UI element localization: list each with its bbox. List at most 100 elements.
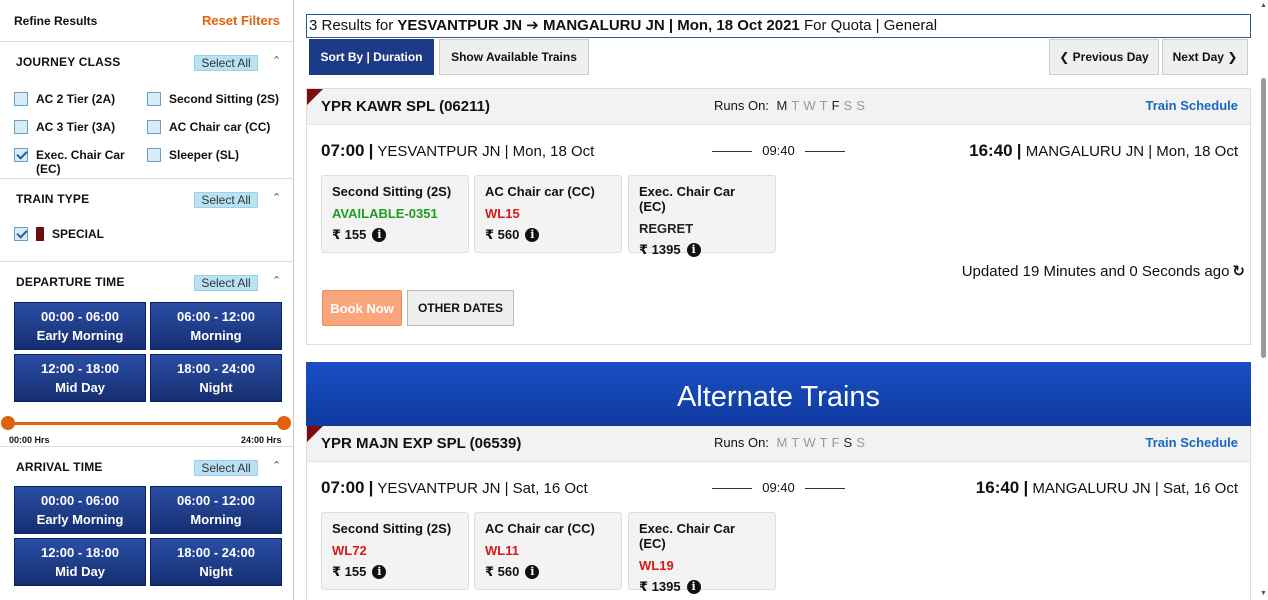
slot-range: 00:00 - 06:00	[40, 309, 120, 324]
arrival-slot-night[interactable]: 18:00 - 24:00 Night	[150, 538, 282, 586]
checkbox[interactable]	[14, 92, 28, 106]
class-availability: WL15	[485, 206, 520, 221]
info-icon[interactable]: i	[686, 243, 701, 257]
sort-by-duration-button[interactable]: Sort By | Duration	[309, 39, 434, 75]
departure-info: YESVANTPUR JN | Mon, 18 Oct	[377, 143, 595, 160]
runs-on: Runs On: MTWTFSS	[714, 435, 865, 450]
class-fare: ₹ 1395 i	[639, 242, 765, 258]
scrollbar-thumb[interactable]	[1261, 78, 1266, 358]
info-icon[interactable]: i	[525, 228, 540, 242]
run-day: S	[843, 98, 853, 113]
class-card-cc[interactable]: AC Chair car (CC) WL15 ₹ 560 i	[474, 175, 622, 253]
reset-filters-link[interactable]: Reset Filters	[202, 13, 280, 28]
class-option-ec[interactable]: Exec. Chair Car (EC)	[14, 148, 134, 176]
info-icon[interactable]: i	[686, 580, 701, 594]
departure-time: 07:00	[321, 141, 365, 160]
chevron-up-icon[interactable]: ⌃	[272, 191, 281, 204]
class-option-sl[interactable]: Sleeper (SL)	[147, 148, 239, 162]
departure: 07:00 | YESVANTPUR JN | Mon, 18 Oct	[321, 141, 595, 160]
train-card-header: YPR KAWR SPL (06211) Runs On: MTWTFSS Tr…	[307, 89, 1250, 125]
departure-slot-night[interactable]: 18:00 - 24:00 Night	[150, 354, 282, 402]
slot-range: 18:00 - 24:00	[176, 361, 256, 376]
departure-slot-early-morning[interactable]: 00:00 - 06:00 Early Morning	[14, 302, 146, 350]
checkbox[interactable]	[14, 120, 28, 134]
checkbox[interactable]	[147, 148, 161, 162]
chevron-up-icon[interactable]: ⌃	[272, 54, 281, 67]
class-card-ec[interactable]: Exec. Chair Car (EC) WL19 ₹ 1395 i	[628, 512, 776, 594]
class-option-3a[interactable]: AC 3 Tier (3A)	[14, 120, 115, 134]
slider-track[interactable]	[8, 422, 284, 425]
results-route: YESVANTPUR JN ➔ MANGALURU JN | Mon, 18 O…	[397, 17, 800, 34]
fare-value: ₹ 155	[332, 227, 367, 242]
class-card-cc[interactable]: AC Chair car (CC) WL11 ₹ 560 i	[474, 512, 622, 590]
slot-name: Night	[199, 564, 233, 579]
arrival-slot-early-morning[interactable]: 00:00 - 06:00 Early Morning	[14, 486, 146, 534]
departure-slot-mid-day[interactable]: 12:00 - 18:00 Mid Day	[14, 354, 146, 402]
journey-class-options: AC 2 Tier (2A) Second Sitting (2S) AC 3 …	[0, 82, 293, 178]
info-icon[interactable]: i	[525, 565, 540, 579]
slider-min-label: 00:00 Hrs	[9, 435, 50, 445]
slot-name: Morning	[190, 512, 242, 527]
class-option-cc[interactable]: AC Chair car (CC)	[147, 120, 270, 134]
next-day-button[interactable]: Next Day ❯	[1162, 39, 1248, 75]
class-card-2s[interactable]: Second Sitting (2S) AVAILABLE-0351 ₹ 155…	[321, 175, 469, 253]
train-type-special[interactable]: SPECIAL	[14, 227, 104, 241]
train-type-select-all[interactable]: Select All	[194, 192, 258, 208]
class-fare: ₹ 560 i	[485, 564, 611, 580]
arrival-time-select-all[interactable]: Select All	[194, 460, 258, 476]
arrival-slot-mid-day[interactable]: 12:00 - 18:00 Mid Day	[14, 538, 146, 586]
chevron-up-icon[interactable]: ⌃	[272, 459, 281, 472]
run-day: S	[856, 435, 865, 450]
book-now-button[interactable]: Book Now	[322, 290, 402, 326]
fare-value: ₹ 560	[485, 227, 520, 242]
chevron-up-icon[interactable]: ⌃	[272, 274, 281, 287]
departure-time-title: DEPARTURE TIME	[16, 275, 125, 289]
slider-handle-start[interactable]	[1, 416, 15, 430]
class-card-ec[interactable]: Exec. Chair Car (EC) REGRET ₹ 1395 i	[628, 175, 776, 257]
checkbox[interactable]	[147, 92, 161, 106]
class-option-2s[interactable]: Second Sitting (2S)	[147, 92, 287, 106]
departure-time-slider[interactable]: 00:00 Hrs 24:00 Hrs	[0, 410, 293, 446]
slot-range: 12:00 - 18:00	[40, 361, 120, 376]
slot-name: Mid Day	[55, 564, 105, 579]
checkbox-checked[interactable]	[14, 227, 28, 241]
other-dates-button[interactable]: OTHER DATES	[407, 290, 514, 326]
class-availability: AVAILABLE-0351	[332, 206, 438, 221]
refresh-icon[interactable]: ↻	[1232, 262, 1245, 280]
slot-name: Night	[199, 380, 233, 395]
scroll-down-arrow-icon[interactable]: ▼	[1259, 590, 1268, 597]
arrival-info: MANGALURU JN | Sat, 16 Oct	[1032, 480, 1238, 497]
journey-class-title: JOURNEY CLASS	[16, 55, 121, 69]
departure-time-select-all[interactable]: Select All	[194, 275, 258, 291]
arrival-time-slots: 00:00 - 06:00 Early Morning 06:00 - 12:0…	[0, 486, 293, 586]
arrival: 16:40 | MANGALURU JN | Sat, 16 Oct	[975, 478, 1238, 497]
class-option-2a[interactable]: AC 2 Tier (2A)	[14, 92, 115, 106]
checkbox[interactable]	[147, 120, 161, 134]
train-schedule-link[interactable]: Train Schedule	[1146, 98, 1238, 113]
class-card-2s[interactable]: Second Sitting (2S) WL72 ₹ 155 i	[321, 512, 469, 590]
previous-day-button[interactable]: ❮ Previous Day	[1049, 39, 1159, 75]
journey-class-select-all[interactable]: Select All	[194, 55, 258, 71]
results-count: 3 Results for	[309, 17, 394, 34]
runs-on-label: Runs On:	[714, 435, 769, 450]
run-day: W	[803, 98, 816, 113]
results-summary: 3 Results for YESVANTPUR JN ➔ MANGALURU …	[306, 14, 1251, 38]
departure-time: 07:00	[321, 478, 365, 497]
departure-info: YESVANTPUR JN | Sat, 16 Oct	[377, 480, 588, 497]
updated-text: Updated 19 Minutes and 0 Seconds ago	[961, 263, 1230, 280]
departure-slot-morning[interactable]: 06:00 - 12:00 Morning	[150, 302, 282, 350]
info-icon[interactable]: i	[372, 565, 387, 579]
arrival-slot-morning[interactable]: 06:00 - 12:00 Morning	[150, 486, 282, 534]
slider-handle-end[interactable]	[277, 416, 291, 430]
train-schedule-link[interactable]: Train Schedule	[1146, 435, 1238, 450]
class-options: Second Sitting (2S) WL72 ₹ 155 i AC Chair…	[307, 512, 1250, 594]
info-icon[interactable]: i	[372, 228, 387, 242]
class-fare: ₹ 155 i	[332, 227, 458, 243]
run-day: T	[791, 98, 800, 113]
train-type-title: TRAIN TYPE	[16, 191, 90, 206]
page-scrollbar[interactable]: ▲ ▼	[1259, 0, 1268, 600]
checkbox-checked[interactable]	[14, 148, 28, 162]
show-available-trains-button[interactable]: Show Available Trains	[439, 39, 589, 75]
scroll-up-arrow-icon[interactable]: ▲	[1259, 2, 1268, 9]
class-fare: ₹ 560 i	[485, 227, 611, 243]
